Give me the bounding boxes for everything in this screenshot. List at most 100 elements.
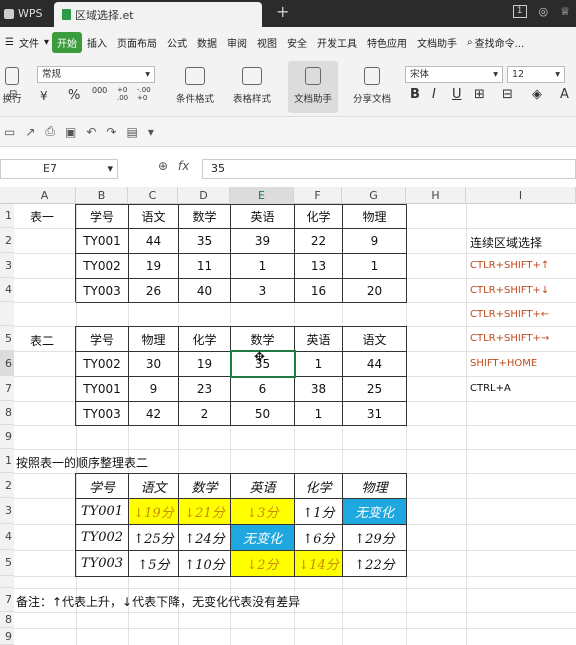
table3-cell[interactable]: ↑25分 [129,525,179,551]
table3-cell[interactable]: TY002 [76,525,129,551]
table3-cell[interactable]: ↑1分 [295,499,343,525]
menu-formulas[interactable]: 公式 [162,35,192,50]
table3-header-cell[interactable]: 英语 [231,474,295,499]
table1-header-cell[interactable]: 化学 [295,205,343,229]
table3-cell-nochange[interactable]: 无变化 [231,525,295,551]
align-distribute-icon[interactable]: ⊟ [9,89,17,100]
row-header[interactable]: 1 [0,449,14,473]
doc-assistant-button[interactable]: 文档助手 [288,61,338,113]
table1-cell[interactable]: 1 [231,254,295,279]
table2-cell[interactable]: TY003 [76,402,129,426]
row-header[interactable]: 7 [0,376,14,401]
formula-input[interactable]: 35 [202,159,576,179]
table2-cell[interactable]: 30 [129,352,179,377]
customize-toolbar-icon[interactable]: ▾ [148,125,154,139]
table1-header-cell[interactable]: 语文 [129,205,179,229]
table3-header-cell[interactable]: 化学 [295,474,343,499]
table1-cell[interactable]: 20 [343,279,407,303]
row-header[interactable] [0,576,14,588]
table3-cell-nochange[interactable]: 无变化 [343,499,407,525]
column-header-c[interactable]: C [128,187,178,204]
percent-button[interactable]: % [68,88,80,103]
menu-review[interactable]: 审阅 [222,35,252,50]
shirt-icon[interactable]: ♕ [560,5,570,18]
table1-cell[interactable]: 40 [179,279,231,303]
table3-header-cell[interactable]: 学号 [76,474,129,499]
table2-cell[interactable]: 6 [231,377,295,402]
table3-cell[interactable]: ↑22分 [343,551,407,577]
table1-cell[interactable]: 13 [295,254,343,279]
font-size-select[interactable]: 12 ▾ [507,66,565,83]
table3-header-cell[interactable]: 物理 [343,474,407,499]
column-header-g[interactable]: G [342,187,406,204]
table1-header-cell[interactable]: 学号 [76,205,129,229]
row-header[interactable]: 4 [0,278,14,302]
row-header[interactable]: 9 [0,425,14,449]
file-tab[interactable]: 区域选择.et [54,2,262,27]
table3-cell[interactable]: ↑29分 [343,525,407,551]
table2-cell[interactable]: 9 [129,377,179,402]
table2-header-cell[interactable]: 物理 [129,327,179,352]
table2-header-cell[interactable]: 英语 [295,327,343,352]
format-painter-icon[interactable]: ▤ [126,125,137,139]
wrap-text-button[interactable]: 换行 [0,61,24,113]
menu-insert[interactable]: 插入 [82,35,112,50]
row-header[interactable]: 3 [0,253,14,278]
menu-security[interactable]: 安全 [282,35,312,50]
table1-cell[interactable]: 3 [231,279,295,303]
table3-cell[interactable]: ↑5分 [129,551,179,577]
table3-header-cell[interactable]: 数学 [179,474,231,499]
border-icon[interactable]: ⊞ [474,87,485,102]
number-format-select[interactable]: 常规 ▾ [37,66,155,83]
row-header[interactable]: 3 [0,498,14,524]
column-header-i[interactable]: I [466,187,576,204]
table1-cell[interactable]: TY002 [76,254,129,279]
menu-developer[interactable]: 开发工具 [312,35,362,50]
font-color-icon[interactable]: A [560,87,569,102]
save-icon[interactable]: ▭ [4,125,15,139]
table3-cell[interactable]: TY001 [76,499,129,525]
table1-header-cell[interactable]: 数学 [179,205,231,229]
table3-header-cell[interactable]: 语文 [129,474,179,499]
table2-cell[interactable]: 19 [179,352,231,377]
menu-doc-assistant[interactable]: 文档助手 [412,35,462,50]
table2-cell[interactable]: 50 [231,402,295,426]
table1-cell[interactable]: TY003 [76,279,129,303]
row-header[interactable] [0,302,14,326]
wps-home-tab[interactable]: WPS [0,0,53,27]
undo-icon[interactable]: ↶ [86,125,96,139]
table1-header-cell[interactable]: 英语 [231,205,295,229]
table2-cell[interactable]: 44 [343,352,407,377]
row-header[interactable]: 5 [0,326,14,351]
currency-button[interactable]: ¥ [40,89,48,103]
table2-cell[interactable]: 31 [343,402,407,426]
table-style-button[interactable]: 表格样式 [224,61,280,113]
menu-hamburger-icon[interactable]: ☰ [0,37,19,48]
table2-cell[interactable]: 1 [295,352,343,377]
table2-cell[interactable]: 2 [179,402,231,426]
row-header[interactable]: 4 [0,524,14,550]
table2-cell[interactable]: 25 [343,377,407,402]
window-count-badge[interactable]: 1 [512,5,527,18]
zoom-icon[interactable]: ⊕ [158,159,168,173]
table2-header-cell[interactable]: 语文 [343,327,407,352]
underline-button[interactable]: U [452,87,462,102]
font-name-select[interactable]: 宋体 ▾ [405,66,503,83]
table2-cell[interactable]: TY002 [76,352,129,377]
column-header-a[interactable]: A [14,187,76,204]
table3-cell[interactable]: ↑6分 [295,525,343,551]
print-preview-icon[interactable]: ▣ [65,125,76,139]
column-header-b[interactable]: B [76,187,128,204]
new-tab-button[interactable]: + [276,2,289,21]
table2-cell[interactable]: 23 [179,377,231,402]
menu-file[interactable]: 文件 [19,35,44,50]
search-command[interactable]: 查找命令... [475,35,530,50]
table1-cell[interactable]: 16 [295,279,343,303]
share-doc-button[interactable]: 分享文档 [346,61,398,113]
italic-button[interactable]: I [432,87,436,102]
print-icon[interactable]: ⎙ [45,124,55,139]
row-header[interactable]: 7 [0,588,14,612]
fx-button[interactable]: fx [178,159,189,173]
menu-page-layout[interactable]: 页面布局 [112,35,162,50]
menu-file-chevron-icon[interactable]: ▾ [44,37,52,48]
